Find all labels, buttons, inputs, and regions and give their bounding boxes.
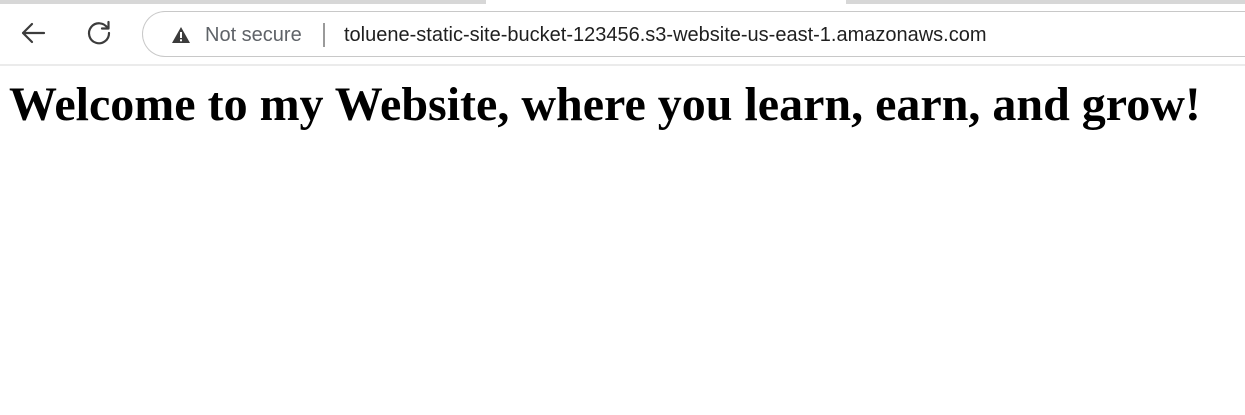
browser-toolbar: Not secure toluene-static-site-bucket-12… [0,4,1245,64]
url-text[interactable]: toluene-static-site-bucket-123456.s3-web… [344,24,987,47]
security-status-label[interactable]: Not secure [205,24,302,47]
warning-triangle-icon[interactable] [171,26,191,44]
page-heading: Welcome to my Website, where you learn, … [9,78,1201,131]
address-divider [323,23,325,47]
back-button[interactable] [15,15,51,51]
page-content: Welcome to my Website, where you learn, … [0,66,1245,415]
reload-button[interactable] [81,15,117,51]
back-arrow-icon [21,22,46,44]
reload-icon [87,20,111,45]
browser-chrome: Not secure toluene-static-site-bucket-12… [0,0,1245,66]
address-bar[interactable]: Not secure toluene-static-site-bucket-12… [142,11,1245,57]
